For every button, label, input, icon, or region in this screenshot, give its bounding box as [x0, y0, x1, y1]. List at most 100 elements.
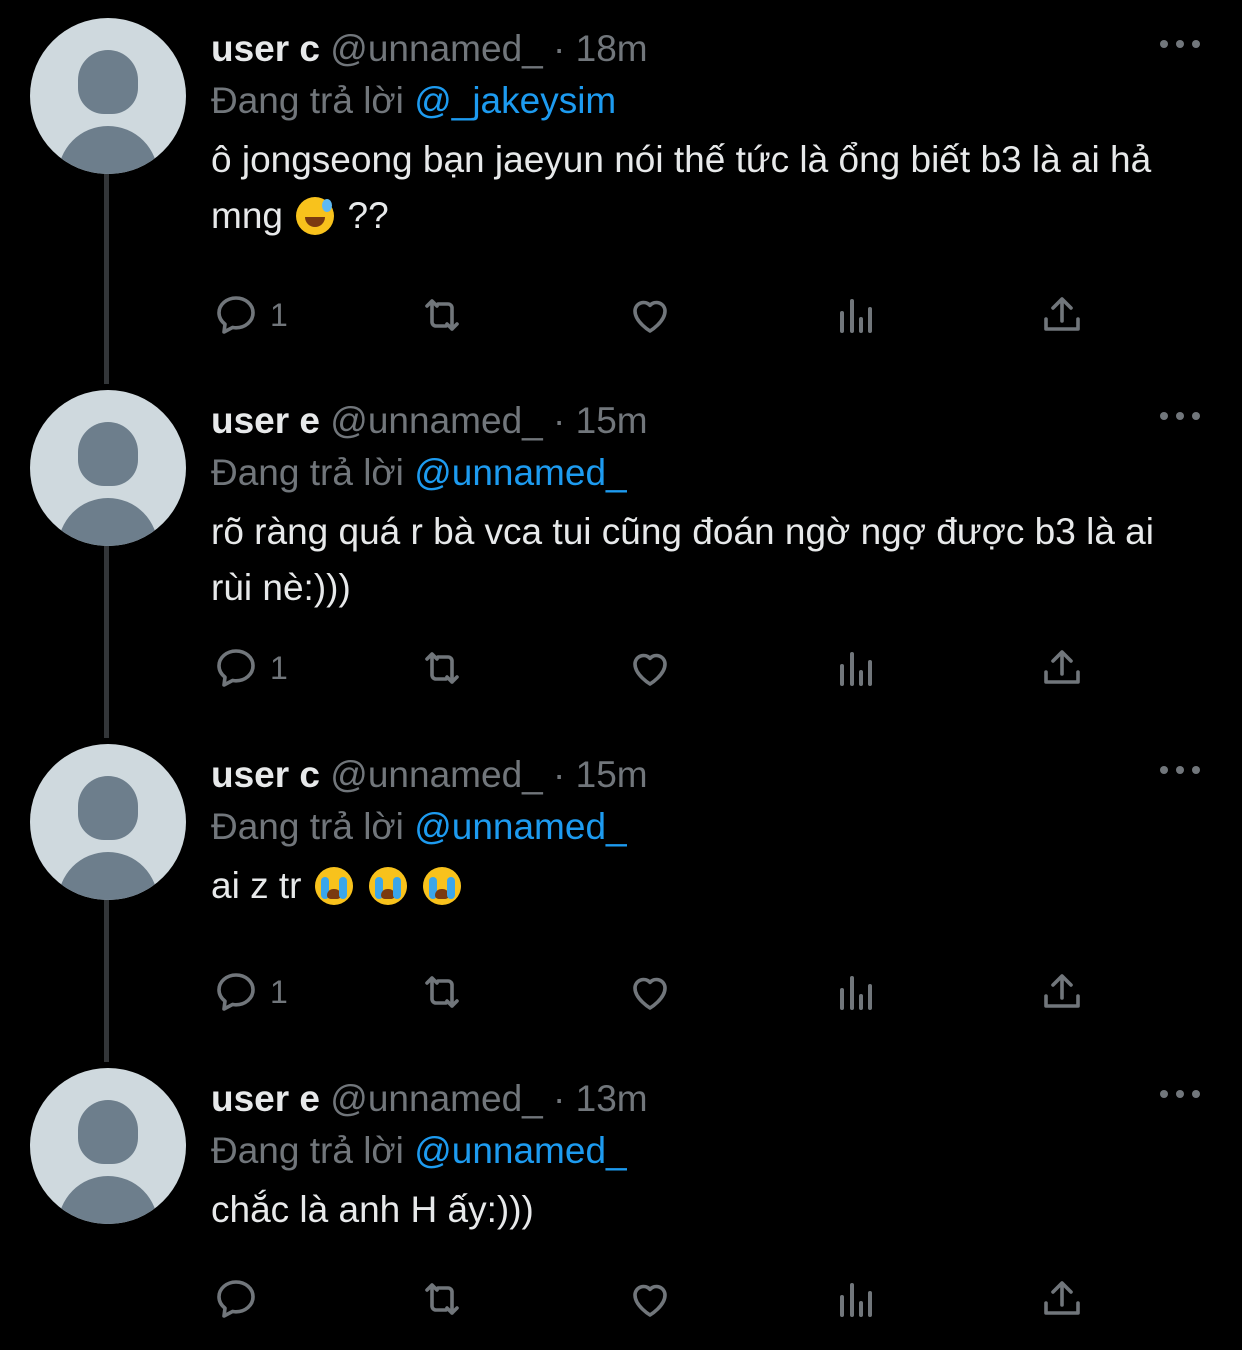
- retweet-icon: [425, 652, 459, 684]
- reply-icon: [217, 296, 255, 334]
- thread-line: [104, 174, 109, 384]
- like-icon: [633, 977, 667, 1010]
- tweet-header: user c @unnamed_ · 18m: [211, 24, 648, 74]
- action-bar: 1: [0, 638, 1242, 698]
- tweet-body: chắc là anh H ấy:))): [211, 1189, 534, 1230]
- separator: ·: [553, 400, 566, 441]
- share-button[interactable]: [1038, 962, 1086, 1022]
- views-icon: [840, 1283, 872, 1317]
- like-button[interactable]: [626, 1269, 674, 1329]
- crying-emoji: [314, 867, 353, 905]
- crying-emoji: [369, 867, 408, 905]
- reply-count: 1: [270, 649, 288, 686]
- replying-to: Đang trả lời @unnamed_: [211, 448, 627, 498]
- retweet-icon: [425, 1283, 459, 1315]
- like-button[interactable]: [626, 285, 674, 345]
- retweet-button[interactable]: [418, 638, 466, 698]
- share-icon: [1044, 1281, 1080, 1315]
- replying-to: Đang trả lời @unnamed_: [211, 802, 627, 852]
- tweet-header: user e @unnamed_ · 15m: [211, 396, 648, 446]
- display-name[interactable]: user c: [211, 754, 320, 795]
- timestamp[interactable]: 13m: [576, 1078, 648, 1119]
- like-icon: [633, 653, 667, 686]
- crying-emoji: [423, 867, 462, 905]
- share-button[interactable]: [1038, 1269, 1086, 1329]
- replying-to-label: Đang trả lời: [211, 806, 404, 847]
- like-button[interactable]: [626, 962, 674, 1022]
- action-bar: [0, 1269, 1242, 1329]
- reply-button[interactable]: [212, 1269, 270, 1329]
- mention-link[interactable]: @unnamed_: [414, 452, 626, 493]
- share-icon: [1044, 297, 1080, 331]
- timestamp[interactable]: 15m: [576, 754, 648, 795]
- share-button[interactable]: [1038, 285, 1086, 345]
- tweet-text: chắc là anh H ấy:))): [211, 1182, 1201, 1238]
- reply-button[interactable]: 1: [212, 962, 288, 1022]
- tweet-text: rõ ràng quá r bà vca tui cũng đoán ngờ n…: [211, 504, 1201, 616]
- display-name[interactable]: user e: [211, 400, 320, 441]
- display-name[interactable]: user c: [211, 28, 320, 69]
- reply-count: 1: [270, 973, 288, 1010]
- mention-link[interactable]: @unnamed_: [414, 1130, 626, 1171]
- views-icon: [840, 976, 872, 1010]
- share-button[interactable]: [1038, 638, 1086, 698]
- views-icon: [840, 652, 872, 686]
- retweet-button[interactable]: [418, 285, 466, 345]
- replying-to: Đang trả lời @_jakeysim: [211, 76, 616, 126]
- share-icon: [1044, 650, 1080, 684]
- views-icon: [840, 299, 872, 333]
- replying-to: Đang trả lời @unnamed_: [211, 1126, 627, 1176]
- separator: ·: [553, 28, 566, 69]
- share-icon: [1044, 974, 1080, 1008]
- tweet-body: rõ ràng quá r bà vca tui cũng đoán ngờ n…: [211, 511, 1154, 608]
- separator: ·: [553, 1078, 566, 1119]
- handle[interactable]: @unnamed_: [330, 754, 542, 795]
- separator: ·: [553, 754, 566, 795]
- views-button[interactable]: [832, 1269, 880, 1329]
- retweet-icon: [425, 299, 459, 331]
- replying-to-label: Đang trả lời: [211, 1130, 404, 1171]
- like-icon: [633, 300, 667, 333]
- tweet-text: ô jongseong bạn jaeyun nói thế tức là ổn…: [211, 132, 1201, 244]
- reply-icon: [217, 1280, 255, 1318]
- tweet-header: user e @unnamed_ · 13m: [211, 1074, 648, 1124]
- views-button[interactable]: [832, 962, 880, 1022]
- tweet-text: ai z tr: [211, 858, 1201, 914]
- handle[interactable]: @unnamed_: [330, 400, 542, 441]
- views-button[interactable]: [832, 285, 880, 345]
- like-button[interactable]: [626, 638, 674, 698]
- action-bar: 1: [0, 285, 1242, 345]
- display-name[interactable]: user e: [211, 1078, 320, 1119]
- views-button[interactable]: [832, 638, 880, 698]
- avatar[interactable]: [30, 1068, 186, 1224]
- avatar[interactable]: [30, 744, 186, 900]
- reply-button[interactable]: 1: [212, 285, 288, 345]
- reply-count: 1: [270, 296, 288, 333]
- timestamp[interactable]: 18m: [576, 28, 648, 69]
- retweet-button[interactable]: [418, 962, 466, 1022]
- mention-link[interactable]: @unnamed_: [414, 806, 626, 847]
- handle[interactable]: @unnamed_: [330, 1078, 542, 1119]
- tweet-header: user c @unnamed_ · 15m: [211, 750, 648, 800]
- more-options-icon[interactable]: [1160, 406, 1200, 426]
- reply-button[interactable]: 1: [212, 638, 288, 698]
- retweet-icon: [425, 976, 459, 1008]
- action-bar: 1: [0, 962, 1242, 1022]
- more-options-icon[interactable]: [1160, 34, 1200, 54]
- avatar[interactable]: [30, 390, 186, 546]
- avatar[interactable]: [30, 18, 186, 174]
- replying-to-label: Đang trả lời: [211, 452, 404, 493]
- tweet-suffix: ??: [347, 195, 389, 236]
- mention-link[interactable]: @_jakeysim: [414, 80, 616, 121]
- more-options-icon[interactable]: [1160, 1084, 1200, 1104]
- retweet-button[interactable]: [418, 1269, 466, 1329]
- reply-icon: [217, 649, 255, 687]
- handle[interactable]: @unnamed_: [330, 28, 542, 69]
- timestamp[interactable]: 15m: [576, 400, 648, 441]
- like-icon: [633, 1284, 667, 1317]
- tweet-body: ai z tr: [211, 865, 302, 906]
- more-options-icon[interactable]: [1160, 760, 1200, 780]
- replying-to-label: Đang trả lời: [211, 80, 404, 121]
- sweat-smile-emoji: [296, 197, 335, 235]
- reply-icon: [217, 973, 255, 1011]
